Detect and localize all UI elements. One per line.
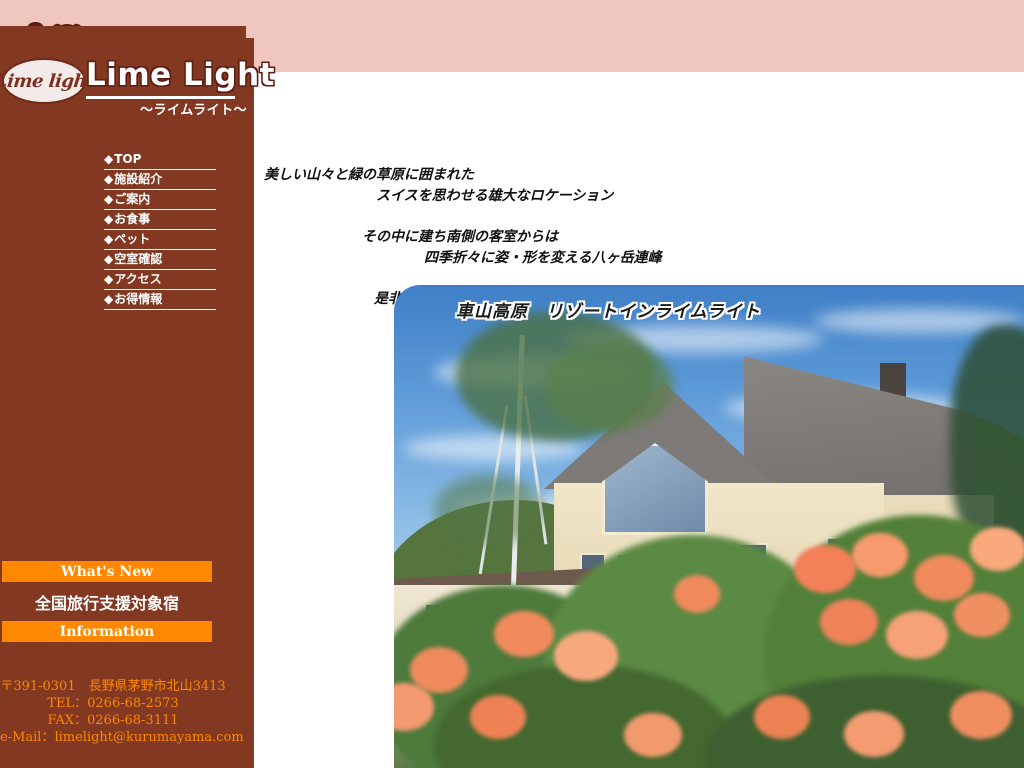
diamond-icon: ◆	[104, 152, 114, 166]
sidebar-item-label: お得情報	[114, 292, 163, 306]
intro-line-1: 美しい山々と緑の草原に囲まれた	[264, 167, 474, 183]
azalea-flower	[554, 631, 618, 681]
whats-new-title: What's New	[60, 563, 154, 580]
sidebar-item-pets[interactable]: ◆ペット	[104, 230, 216, 250]
sidebar-item-label: 施設紹介	[114, 172, 163, 186]
azalea-flower	[950, 691, 1012, 739]
sidebar-item-label: 空室確認	[114, 252, 163, 266]
main-navigation: ◆TOP ◆施設紹介 ◆ご案内 ◆お食事 ◆ペット ◆空室確認 ◆アクセス ◆お…	[104, 150, 216, 310]
azalea-flower	[624, 713, 682, 757]
azalea-flower	[914, 555, 974, 601]
information-header: Information	[2, 621, 212, 642]
diamond-icon: ◆	[104, 232, 114, 246]
diamond-icon: ◆	[104, 292, 114, 306]
birch-foliage	[544, 341, 674, 431]
photo-caption: 車山高原 リゾートインライムライト	[456, 302, 761, 322]
sidebar-item-guide[interactable]: ◆ご案内	[104, 190, 216, 210]
hero-photo: 車山高原 リゾートインライムライト	[394, 285, 1024, 768]
sidebar-item-meals[interactable]: ◆お食事	[104, 210, 216, 230]
whats-new-item-link[interactable]: 全国旅行支援対象宿	[2, 590, 212, 614]
intro-line-4: 四季折々に姿・形を変える八ヶ岳連峰	[424, 250, 662, 266]
logo-badge[interactable]: Lime light	[0, 58, 95, 104]
azalea-flower	[886, 611, 948, 659]
azalea-flower	[970, 527, 1024, 571]
top-pink-band	[254, 0, 1024, 72]
azalea-flower	[844, 711, 904, 757]
contact-fax: FAX：0266-68-3111	[47, 713, 179, 728]
left-sidebar: Lime light Lime Light 〜ライムライト〜 ◆TOP ◆施設紹…	[0, 0, 274, 768]
information-title: Information	[59, 623, 155, 640]
azalea-flower	[494, 611, 554, 657]
diamond-icon: ◆	[104, 212, 114, 226]
sidebar-item-vacancy[interactable]: ◆空室確認	[104, 250, 216, 270]
contact-block: 〒391-0301 長野県茅野市北山3413 TEL：0266-68-2573 …	[0, 678, 244, 746]
azalea-flower	[754, 695, 810, 739]
foreground-foliage	[394, 515, 1024, 768]
sidebar-item-label: お食事	[114, 212, 151, 226]
logo-subtitle: 〜ライムライト〜	[140, 102, 248, 117]
sidebar-item-top[interactable]: ◆TOP	[104, 150, 216, 170]
sidebar-item-label: TOP	[114, 152, 142, 166]
sidebar-item-label: アクセス	[114, 272, 162, 286]
intro-line-3: その中に建ち南側の客室からは	[362, 229, 558, 245]
azalea-flower	[470, 695, 526, 739]
azalea-flower	[674, 575, 720, 613]
azalea-flower	[820, 599, 878, 645]
diamond-icon: ◆	[104, 192, 114, 206]
whats-new-header: What's New	[2, 561, 212, 582]
sidebar-item-label: ペット	[114, 232, 151, 246]
contact-email[interactable]: e-Mail：limelight@kurumayama.com	[0, 729, 244, 746]
diamond-icon: ◆	[104, 172, 114, 186]
sidebar-item-access[interactable]: ◆アクセス	[104, 270, 216, 290]
logo-wordmark: Lime Light	[86, 57, 275, 93]
sidebar-item-facilities[interactable]: ◆施設紹介	[104, 170, 216, 190]
sidebar-item-label: ご案内	[114, 192, 151, 206]
azalea-flower	[954, 593, 1010, 637]
azalea-flower	[794, 545, 856, 593]
contact-tel: TEL：0266-68-2573	[47, 696, 179, 711]
sidebar-item-deals[interactable]: ◆お得情報	[104, 290, 216, 310]
intro-line-2: スイスを思わせる雄大なロケーション	[376, 188, 614, 204]
azalea-flower	[852, 533, 908, 577]
contact-address: 〒391-0301 長野県茅野市北山3413	[0, 679, 226, 694]
diamond-icon: ◆	[104, 272, 114, 286]
diamond-icon: ◆	[104, 252, 114, 266]
logo-badge-text: Lime light	[0, 70, 95, 92]
